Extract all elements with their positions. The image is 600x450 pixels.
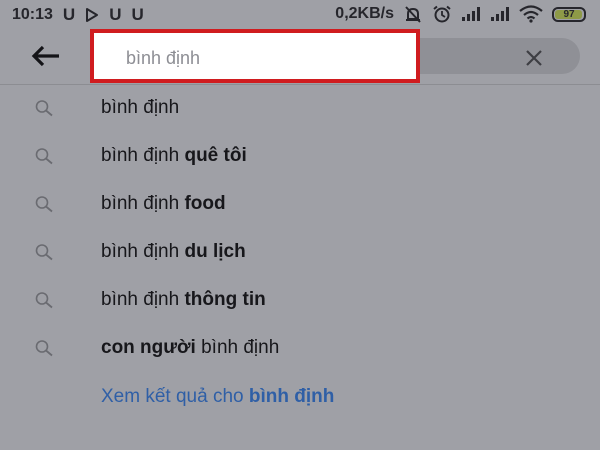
search-header: [0, 29, 600, 83]
do-not-disturb-icon: [403, 5, 423, 23]
suggestion-text: bình định: [101, 97, 179, 119]
close-icon: [526, 50, 542, 66]
suggestion-plain: bình định: [195, 337, 280, 358]
suggestion-item[interactable]: bình định thông tin: [0, 276, 600, 324]
battery-icon: 97: [552, 6, 586, 22]
suggestion-plain: bình định: [101, 241, 185, 262]
alarm-icon: [432, 5, 452, 23]
suggestion-text: bình định food: [101, 193, 226, 215]
signal-icon: [461, 6, 481, 22]
suggestion-bold: food: [184, 193, 226, 214]
see-results-query: bình định: [248, 386, 335, 407]
battery-body: 97: [552, 6, 586, 22]
arrow-left-icon: [31, 45, 59, 67]
status-time: 10:13: [12, 6, 53, 23]
notification-u-icon: U: [131, 5, 144, 24]
search-icon: [35, 340, 53, 357]
search-icon: [35, 148, 53, 165]
search-icon: [35, 244, 53, 261]
notification-u-icon: U: [62, 5, 76, 24]
clear-button[interactable]: [520, 44, 548, 72]
suggestion-bold: con người: [101, 337, 196, 358]
suggestion-list: bình định bình định quê tôi bình định fo…: [0, 84, 600, 372]
see-results-link[interactable]: Xem kết quả cho bình định: [101, 386, 334, 408]
suggestion-text: bình định thông tin: [101, 289, 266, 311]
status-bar: 10:13 U U U 0,2KB/s 97: [0, 0, 600, 30]
suggestion-item[interactable]: bình định food: [0, 180, 600, 228]
suggestion-item[interactable]: bình định: [0, 84, 600, 132]
suggestion-bold: du lịch: [184, 241, 246, 262]
play-icon: [85, 7, 99, 23]
see-results-prefix: Xem kết quả cho: [101, 386, 249, 407]
search-icon: [35, 100, 53, 117]
notification-u-icon: U: [109, 5, 122, 24]
suggestion-item[interactable]: con người bình định: [0, 324, 600, 372]
wifi-icon: [519, 5, 543, 23]
battery-level: 97: [563, 8, 575, 20]
network-speed: 0,2KB/s: [335, 5, 394, 22]
suggestion-plain: bình định: [101, 97, 180, 118]
suggestion-plain: bình định: [101, 289, 185, 310]
suggestion-plain: bình định: [101, 145, 185, 166]
search-input[interactable]: [126, 46, 406, 70]
suggestion-text: bình định du lịch: [101, 241, 246, 263]
search-icon: [35, 292, 53, 309]
back-button[interactable]: [28, 42, 64, 70]
suggestion-bold: thông tin: [184, 289, 266, 310]
suggestion-item[interactable]: bình định quê tôi: [0, 132, 600, 180]
signal-icon: [490, 6, 510, 22]
search-icon: [35, 196, 53, 213]
suggestion-text: bình định quê tôi: [101, 145, 247, 167]
suggestion-text: con người bình định: [101, 337, 279, 359]
status-left: 10:13 U U U: [12, 5, 144, 25]
status-right: 0,2KB/s 97: [326, 5, 586, 23]
suggestion-item[interactable]: bình định du lịch: [0, 228, 600, 276]
suggestion-bold: quê tôi: [184, 145, 247, 166]
suggestion-plain: bình định: [101, 193, 185, 214]
